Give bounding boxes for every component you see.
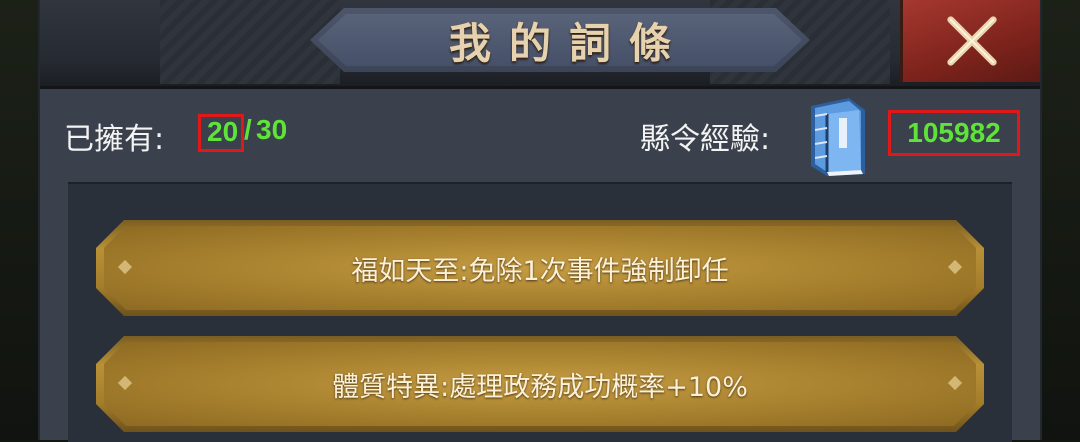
exp-value-highlight: 105982 — [888, 110, 1020, 156]
trait-text: 體質特異:處理政務成功概率+10% — [332, 371, 748, 403]
title-plaque: 我的詞條 — [310, 8, 810, 72]
owned-max-value: 30 — [256, 114, 288, 145]
title-bar: 我的詞條 — [40, 0, 1040, 89]
owned-label: 已擁有: — [64, 122, 165, 157]
owned-current-value: 20 — [207, 116, 239, 147]
book-icon — [811, 98, 865, 176]
page-title: 我的詞條 — [448, 18, 689, 68]
close-button[interactable] — [900, 0, 1040, 82]
close-icon — [946, 16, 997, 66]
trait-text: 福如天至:免除1次事件強制卸任 — [351, 255, 729, 287]
background-left — [0, 0, 40, 440]
exp-value: 105982 — [907, 117, 1001, 148]
trait-card-1[interactable]: 福如天至:免除1次事件強制卸任 — [96, 220, 984, 316]
stats-row: 已擁有: 20 / 30 縣令經驗: 105982 — [40, 92, 1040, 178]
trait-card-2[interactable]: 體質特異:處理政務成功概率+10% — [96, 336, 984, 432]
exp-label: 縣令經驗: — [640, 122, 771, 157]
owned-separator: / — [244, 114, 252, 145]
traits-list[interactable]: 福如天至:免除1次事件強制卸任 體質特異:處理政務成功概率+10% — [68, 182, 1012, 442]
owned-current-highlight: 20 — [198, 114, 244, 152]
traits-panel: 我的詞條 已擁有: 20 / 30 縣令經驗: 105982 福如天至:免除1次… — [38, 0, 1042, 442]
background-right — [1042, 0, 1080, 440]
